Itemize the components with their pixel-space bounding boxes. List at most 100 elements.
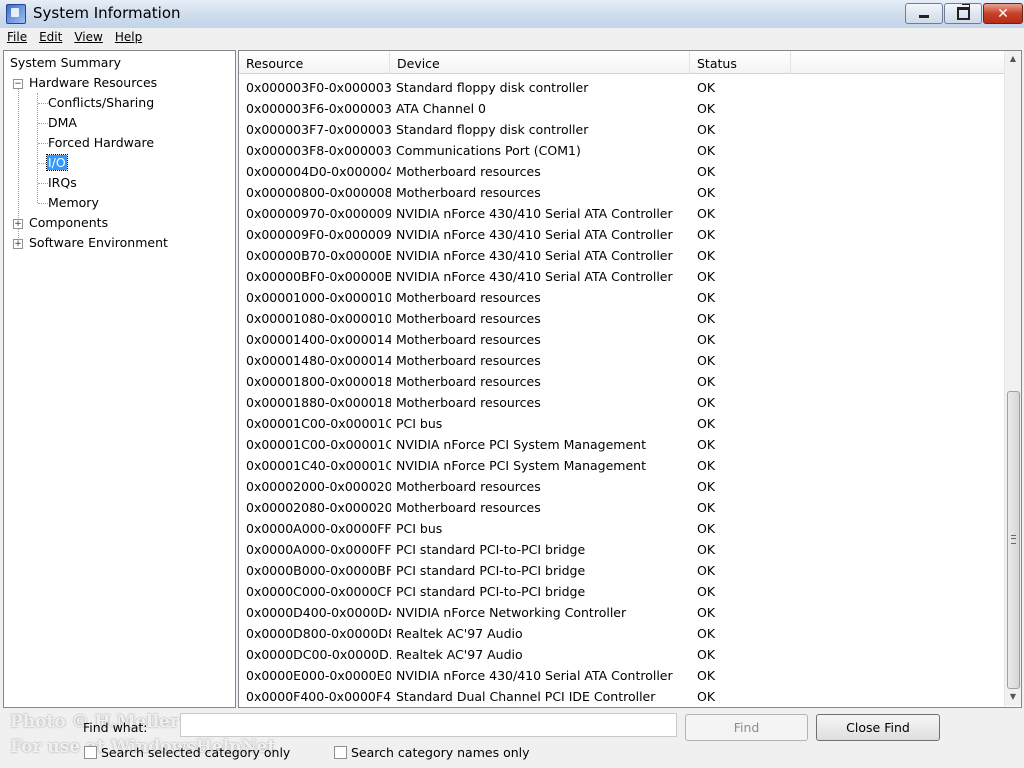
table-row[interactable]: 0x000003F7-0x000003F7 Standard floppy dis… (239, 119, 1005, 140)
cell-status: OK (697, 479, 716, 494)
table-row[interactable]: 0x000003F0-0x000003F5 Standard floppy dis… (239, 77, 1005, 98)
table-row[interactable]: 0x00001C00-0x00001C... PCI bus OK (239, 413, 1005, 434)
menu-help[interactable]: Help (109, 30, 148, 44)
window-title: System Information (33, 4, 181, 22)
column-header-resource[interactable]: Resource (239, 51, 390, 73)
table-row[interactable]: 0x0000D800-0x0000D8... Realtek AC'97 Audi… (239, 623, 1005, 644)
minimize-button[interactable] (905, 3, 943, 24)
resource-list[interactable]: Resource Device Status 0x000003F0-0x0000… (238, 50, 1022, 708)
tree-item-io[interactable]: I/O (46, 154, 68, 172)
cell-status: OK (697, 290, 716, 305)
close-find-button[interactable]: Close Find (816, 714, 940, 741)
vertical-scrollbar[interactable]: ▲ ▼ (1004, 51, 1021, 706)
table-row[interactable]: 0x000004D0-0x000004... Motherboard resour… (239, 161, 1005, 182)
table-row[interactable]: 0x00001C00-0x00001C... NVIDIA nForce PCI … (239, 434, 1005, 455)
cell-resource: 0x000003F8-0x000003FF (246, 143, 391, 158)
table-row[interactable]: 0x0000C000-0x0000CFFF PCI standard PCI-to… (239, 581, 1005, 602)
cell-device: Motherboard resources (396, 311, 541, 326)
cell-resource: 0x00000B70-0x00000B... (246, 248, 391, 263)
table-row[interactable]: 0x00000800-0x0000087F Motherboard resourc… (239, 182, 1005, 203)
table-row[interactable]: 0x00001080-0x000010FF Motherboard resourc… (239, 308, 1005, 329)
find-button[interactable]: Find (685, 714, 808, 741)
table-row[interactable]: 0x00000970-0x000009... NVIDIA nForce 430/… (239, 203, 1005, 224)
expand-icon[interactable]: + (13, 239, 23, 249)
cell-status: OK (697, 584, 716, 599)
column-header-device[interactable]: Device (390, 51, 690, 73)
cell-status: OK (697, 122, 716, 137)
scrollbar-thumb[interactable] (1007, 391, 1020, 689)
cell-status: OK (697, 395, 716, 410)
collapse-icon[interactable]: − (13, 79, 23, 89)
cell-status: OK (697, 563, 716, 578)
scroll-down-icon[interactable]: ▼ (1005, 689, 1021, 705)
cell-status: OK (697, 500, 716, 515)
table-row[interactable]: 0x00001880-0x000018FF Motherboard resourc… (239, 392, 1005, 413)
table-row[interactable]: 0x0000B000-0x0000BFFF PCI standard PCI-to… (239, 560, 1005, 581)
table-row[interactable]: 0x00001800-0x0000187F Motherboard resourc… (239, 371, 1005, 392)
cell-status: OK (697, 227, 716, 242)
table-row[interactable]: 0x0000E000-0x0000E00F NVIDIA nForce 430/4… (239, 665, 1005, 686)
table-row[interactable]: 0x00001480-0x000014FF Motherboard resourc… (239, 350, 1005, 371)
menu-view[interactable]: View (68, 30, 108, 44)
tree-item-label: Software Environment (29, 235, 168, 250)
tree-item-components[interactable]: Components (29, 214, 108, 232)
grip-icon (1011, 535, 1016, 544)
table-row[interactable]: 0x000003F6-0x000003F6 ATA Channel 0 OK (239, 98, 1005, 119)
tree-item-software-environment[interactable]: Software Environment (29, 234, 168, 252)
search-names-label: Search category names only (351, 745, 530, 760)
table-row[interactable]: 0x0000DC00-0x0000D... Realtek AC'97 Audio… (239, 644, 1005, 665)
cell-device: NVIDIA nForce 430/410 Serial ATA Control… (396, 248, 673, 263)
table-row[interactable]: 0x00001C40-0x00001C... NVIDIA nForce PCI … (239, 455, 1005, 476)
scroll-up-icon[interactable]: ▲ (1005, 51, 1021, 67)
table-row[interactable]: 0x0000F400-0x0000F40F Standard Dual Chann… (239, 686, 1005, 707)
tree-line (38, 183, 48, 184)
tree-item-conflicts-sharing[interactable]: Conflicts/Sharing (48, 94, 154, 112)
tree-item-memory[interactable]: Memory (48, 194, 99, 212)
expand-icon[interactable]: + (13, 219, 23, 229)
cell-resource: 0x00001480-0x000014FF (246, 353, 391, 368)
cell-device: NVIDIA nForce PCI System Management (396, 458, 646, 473)
menu-file[interactable]: File (0, 30, 33, 44)
column-header-status[interactable]: Status (690, 51, 791, 73)
tree-item-label: Conflicts/Sharing (48, 95, 155, 110)
search-selected-category-checkbox[interactable]: Search selected category only (84, 746, 290, 760)
table-row[interactable]: 0x0000D400-0x0000D4... NVIDIA nForce Netw… (239, 602, 1005, 623)
title-bar[interactable]: System Information ✕ (0, 0, 1024, 29)
cell-resource: 0x0000A000-0x0000FFFF (246, 542, 391, 557)
cell-resource: 0x00001080-0x000010FF (246, 311, 391, 326)
tree-item-hardware-resources[interactable]: Hardware Resources (29, 74, 157, 92)
table-row[interactable]: 0x00001000-0x0000107F Motherboard resourc… (239, 287, 1005, 308)
table-row[interactable]: 0x00000BF0-0x00000BF3 NVIDIA nForce 430/4… (239, 266, 1005, 287)
tree-line (37, 93, 38, 203)
menu-edit[interactable]: Edit (33, 30, 68, 44)
cell-device: Motherboard resources (396, 374, 541, 389)
table-row[interactable]: 0x000003F8-0x000003FF Communications Port… (239, 140, 1005, 161)
find-what-input[interactable] (180, 713, 677, 737)
tree-item-system-summary[interactable]: System Summary (10, 54, 121, 72)
table-row[interactable]: 0x000009F0-0x000009F7 NVIDIA nForce 430/4… (239, 224, 1005, 245)
cell-status: OK (697, 374, 716, 389)
table-row[interactable]: 0x00001400-0x0000147F Motherboard resourc… (239, 329, 1005, 350)
search-selected-label: Search selected category only (101, 745, 291, 760)
table-row[interactable]: 0x0000A000-0x0000FFFF PCI bus OK (239, 518, 1005, 539)
table-row[interactable]: 0x0000A000-0x0000FFFF PCI standard PCI-to… (239, 539, 1005, 560)
tree-item-forced-hardware[interactable]: Forced Hardware (48, 134, 154, 152)
search-category-names-checkbox[interactable]: Search category names only (334, 746, 530, 760)
cell-resource: 0x000009F0-0x000009F7 (246, 227, 391, 242)
category-tree[interactable]: System Summary − Hardware Resources Conf… (3, 50, 236, 708)
close-button[interactable]: ✕ (983, 3, 1023, 24)
cell-device: Motherboard resources (396, 395, 541, 410)
table-row[interactable]: 0x00002000-0x0000207F Motherboard resourc… (239, 476, 1005, 497)
cell-resource: 0x0000D400-0x0000D4... (246, 605, 391, 620)
table-row[interactable]: 0x00000B70-0x00000B... NVIDIA nForce 430/… (239, 245, 1005, 266)
restore-button[interactable] (944, 3, 982, 24)
cell-device: PCI bus (396, 416, 443, 431)
cell-status: OK (697, 542, 716, 557)
cell-status: OK (697, 521, 716, 536)
table-row[interactable]: 0x00002080-0x000020FF Motherboard resourc… (239, 497, 1005, 518)
tree-item-irqs[interactable]: IRQs (48, 174, 77, 192)
tree-item-dma[interactable]: DMA (48, 114, 77, 132)
cell-resource: 0x0000DC00-0x0000D... (246, 647, 391, 662)
tree-item-label-selected: I/O (46, 154, 68, 171)
cell-resource: 0x00001400-0x0000147F (246, 332, 391, 347)
